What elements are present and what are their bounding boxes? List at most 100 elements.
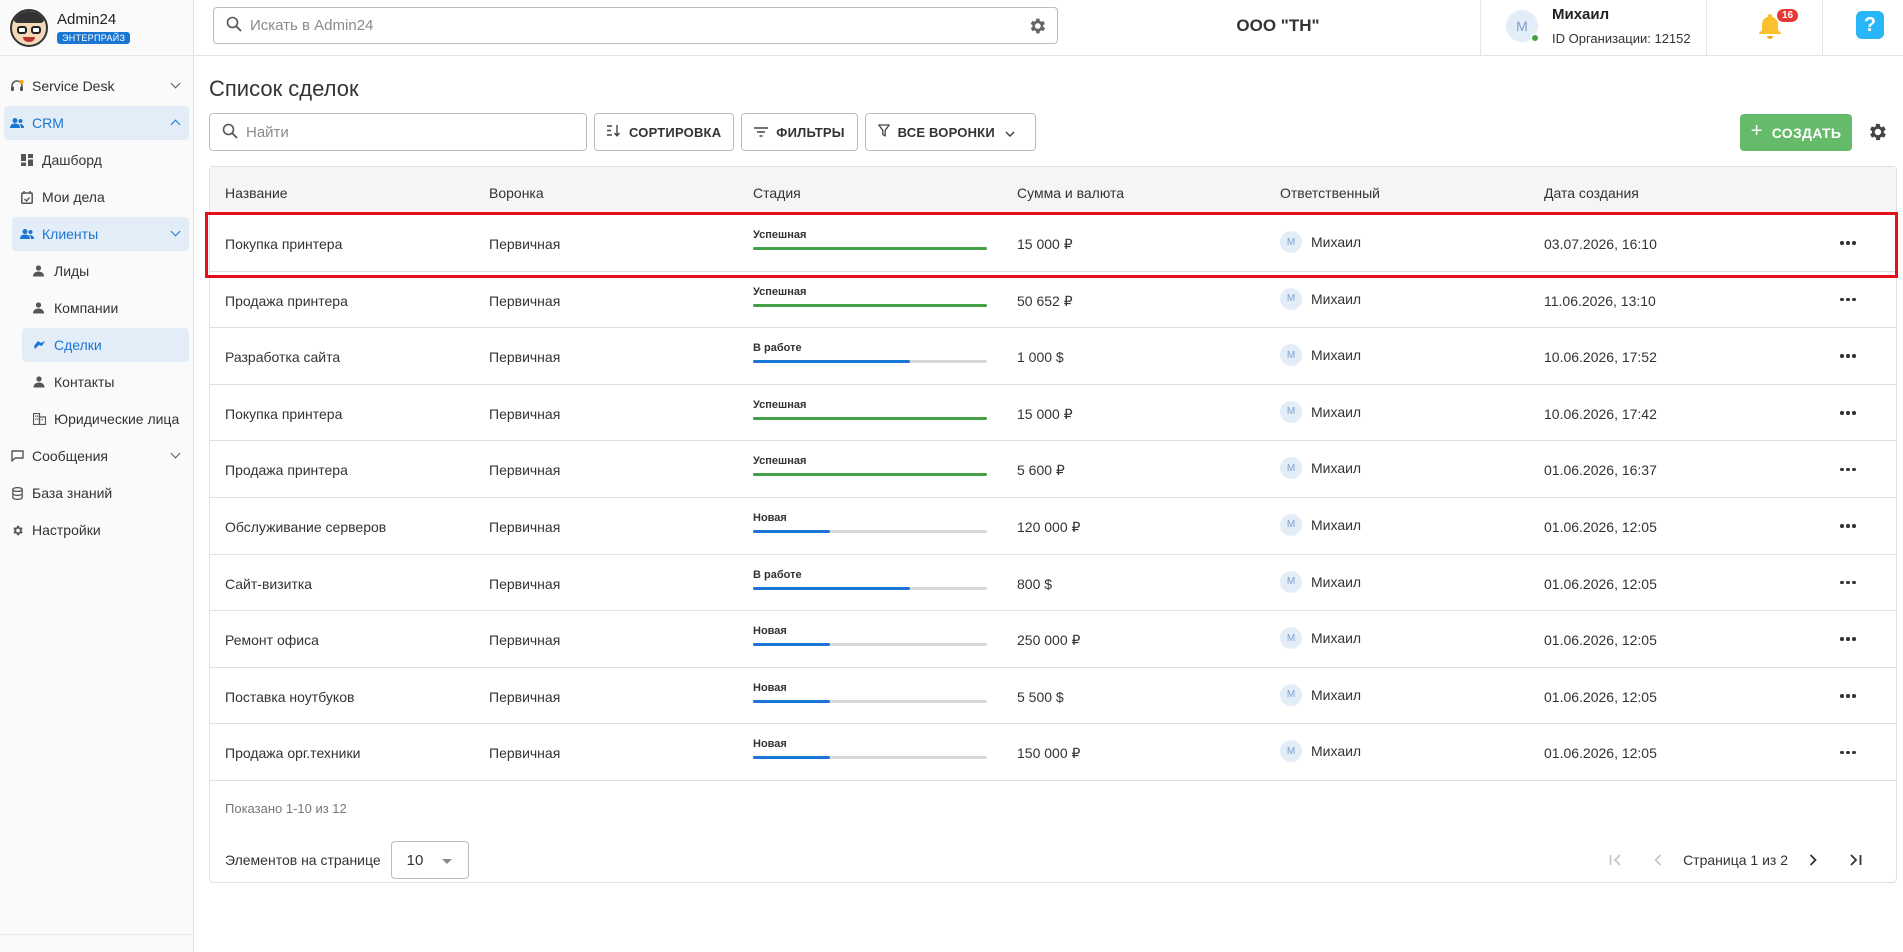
create-deal-button[interactable]: + СОЗДАТЬ — [1740, 114, 1852, 151]
column-header-name[interactable]: Название — [225, 185, 288, 201]
stage-progress-bar — [753, 586, 987, 590]
more-actions-icon[interactable] — [1836, 401, 1860, 425]
sidebar-item-label: Компании — [54, 300, 119, 316]
sidebar-item-knowledge-base[interactable]: База знаний — [4, 476, 189, 510]
deal-owner[interactable]: М Михаил — [1280, 740, 1361, 763]
deal-name[interactable]: Обслуживание серверов — [225, 519, 386, 535]
help-icon[interactable]: ? — [1856, 11, 1884, 39]
sidebar-item-crm[interactable]: CRM — [4, 106, 189, 140]
table-row[interactable]: Разработка сайта Первичная В работе 1 000 $… — [210, 328, 1896, 385]
deal-name[interactable]: Поставка ноутбуков — [225, 689, 354, 705]
deal-owner[interactable]: М Михаил — [1280, 513, 1361, 536]
deal-owner[interactable]: М Михаил — [1280, 683, 1361, 706]
global-search-input[interactable] — [250, 17, 1010, 34]
deal-name[interactable]: Покупка принтера — [225, 406, 342, 422]
filter-lines-icon — [754, 125, 776, 140]
more-actions-icon[interactable] — [1836, 627, 1860, 651]
sidebar-item-dashboard[interactable]: Дашборд — [12, 143, 189, 177]
column-header-created[interactable]: Дата создания — [1544, 185, 1639, 201]
avatar: М — [1280, 231, 1302, 253]
organization-id: ID Организации: 12152 — [1552, 31, 1691, 46]
global-search[interactable] — [213, 7, 1058, 44]
table-row[interactable]: Поставка ноутбуков Первичная Новая 5 500 $ М… — [210, 668, 1896, 725]
table-row[interactable]: Покупка принтера Первичная Успешная 15 000 … — [210, 215, 1896, 272]
deal-owner[interactable]: М Михаил — [1280, 457, 1361, 480]
search-settings-gear-icon[interactable] — [1027, 16, 1047, 39]
sort-button[interactable]: СОРТИРОВКА — [594, 113, 735, 151]
deal-name[interactable]: Продажа принтера — [225, 462, 348, 478]
deal-owner[interactable]: М Михаил — [1280, 287, 1361, 310]
more-actions-icon[interactable] — [1836, 288, 1860, 312]
more-actions-icon[interactable] — [1836, 684, 1860, 708]
more-actions-icon[interactable] — [1836, 571, 1860, 595]
deal-owner[interactable]: М Михаил — [1280, 570, 1361, 593]
deal-name[interactable]: Покупка принтера — [225, 236, 342, 252]
table-row[interactable]: Ремонт офиса Первичная Новая 250 000 ₽ М Миха… — [210, 611, 1896, 668]
filters-button[interactable]: ФИЛЬТРЫ — [741, 113, 858, 151]
chevron-up-icon — [170, 119, 181, 130]
more-actions-icon[interactable] — [1836, 231, 1860, 255]
column-header-stage[interactable]: Стадия — [753, 185, 801, 201]
more-actions-icon[interactable] — [1836, 514, 1860, 538]
deal-name[interactable]: Продажа орг.техники — [225, 745, 360, 761]
chat-icon — [10, 449, 24, 463]
user-profile[interactable]: М Михаил ID Организации: 12152 — [1506, 6, 1691, 46]
sidebar-item-deals[interactable]: Сделки — [22, 328, 189, 362]
pagination: Страница 1 из 2 — [1595, 848, 1876, 872]
sidebar-item-leads[interactable]: Лиды — [22, 254, 189, 288]
sidebar-item-clients[interactable]: Клиенты — [12, 217, 189, 251]
stage-label: Успешная — [753, 455, 807, 468]
table-row[interactable]: Обслуживание серверов Первичная Новая 120 0… — [210, 498, 1896, 555]
table-row[interactable]: Продажа орг.техники Первичная Новая 150 000… — [210, 724, 1896, 781]
sidebar-item-my-tasks[interactable]: Мои дела — [12, 180, 189, 214]
sidebar-item-contacts[interactable]: Контакты — [22, 365, 189, 399]
brand[interactable]: Admin24 ЭНТЕРПРАЙЗ — [0, 0, 193, 56]
table-row[interactable]: Продажа принтера Первичная Успешная 50 652 … — [210, 272, 1896, 329]
more-actions-icon[interactable] — [1836, 344, 1860, 368]
table-row[interactable]: Сайт-визитка Первичная В работе 800 $ М Михаи… — [210, 555, 1896, 612]
next-page-icon[interactable] — [1801, 848, 1825, 872]
all-funnels-dropdown[interactable]: ВСЕ ВОРОНКИ — [864, 113, 1036, 151]
user-name: Михаил — [1552, 6, 1610, 23]
funnel-icon — [877, 124, 898, 140]
deal-owner[interactable]: М Михаил — [1280, 344, 1362, 367]
avatar: М — [1280, 287, 1302, 310]
deal-name[interactable]: Ремонт офиса — [225, 632, 319, 648]
more-actions-icon[interactable] — [1836, 740, 1860, 764]
last-page-icon[interactable] — [1843, 848, 1867, 872]
sidebar-item-label: Сделки — [54, 337, 102, 353]
deal-stage: Успешная — [753, 399, 987, 420]
items-per-page-select[interactable]: 10 — [390, 841, 469, 879]
deal-owner[interactable]: М Михаил — [1280, 627, 1361, 650]
column-header-amount[interactable]: Сумма и валюта — [1017, 185, 1124, 201]
deal-name[interactable]: Разработка сайта — [225, 349, 340, 365]
stage-progress-fill — [753, 586, 910, 590]
deal-owner[interactable]: М Михаил — [1280, 231, 1361, 253]
deal-search-input[interactable] — [246, 123, 566, 141]
owner-name: Михаил — [1311, 347, 1362, 364]
divider — [1822, 0, 1823, 56]
more-actions-icon[interactable] — [1836, 457, 1860, 481]
column-header-owner[interactable]: Ответственный — [1280, 185, 1380, 201]
organization-title: ООО "ТН" — [1236, 16, 1320, 35]
sidebar-item-service-desk[interactable]: Service Desk — [4, 69, 189, 103]
sidebar-item-label: Дашборд — [42, 152, 102, 168]
avatar: М — [1280, 683, 1302, 706]
table-row[interactable]: Продажа принтера Первичная Успешная 5 600 ₽… — [210, 441, 1896, 498]
previous-page-icon[interactable] — [1646, 848, 1670, 872]
sidebar-item-companies[interactable]: Компании — [22, 291, 189, 325]
table-row[interactable]: Покупка принтера Первичная Успешная 15 000 … — [210, 385, 1896, 442]
sidebar-item-settings[interactable]: Настройки — [4, 513, 189, 547]
column-header-funnel[interactable]: Воронка — [489, 185, 544, 201]
deal-funnel: Первичная — [489, 575, 561, 592]
deal-owner[interactable]: М Михаил — [1280, 400, 1361, 423]
deal-name[interactable]: Продажа принтера — [225, 293, 348, 309]
first-page-icon[interactable] — [1604, 848, 1628, 872]
sidebar-item-legal-entities[interactable]: Юридические лица — [22, 402, 189, 436]
deal-created-date: 01.06.2026, 12:05 — [1544, 575, 1657, 592]
sidebar-item-messages[interactable]: Сообщения — [4, 439, 189, 473]
table-settings-gear-icon[interactable] — [1866, 121, 1888, 146]
deal-name[interactable]: Сайт-визитка — [225, 576, 312, 592]
people-icon — [20, 227, 34, 241]
deal-search[interactable] — [209, 113, 587, 151]
